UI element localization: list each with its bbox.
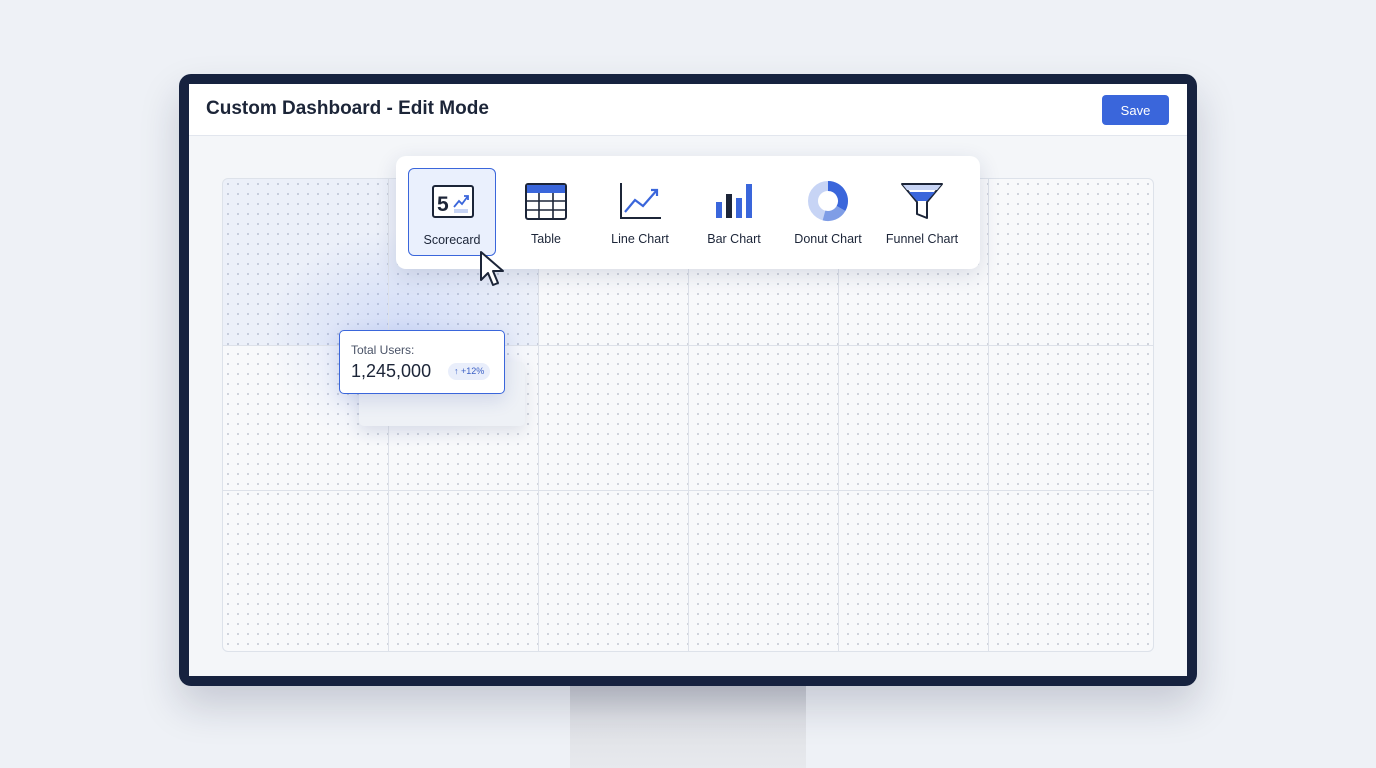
- widget-option-label: Table: [531, 232, 561, 246]
- grid-row-divider: [223, 490, 1153, 491]
- save-button[interactable]: Save: [1102, 95, 1169, 125]
- widget-option-label: Line Chart: [611, 232, 669, 246]
- bar-chart-icon: [716, 184, 752, 218]
- widget-option-bar-chart[interactable]: Bar Chart: [690, 168, 778, 256]
- widget-option-table[interactable]: Table: [502, 168, 590, 256]
- scorecard-value: 1,245,000: [351, 361, 432, 381]
- mouse-pointer-icon: [480, 251, 504, 286]
- scorecard-widget[interactable]: Total Users: 1,245,000 ↑ +12%: [339, 330, 505, 394]
- page-title: Custom Dashboard - Edit Mode: [206, 98, 489, 119]
- grid-column-divider: [988, 179, 989, 651]
- scorecard-change-badge: ↑ +12%: [448, 363, 491, 380]
- widget-option-scorecard[interactable]: 5 Scorecard: [408, 168, 496, 256]
- widget-option-label: Donut Chart: [794, 232, 862, 246]
- widget-option-donut-chart[interactable]: Donut Chart: [784, 168, 872, 256]
- funnel-chart-icon: [901, 183, 943, 219]
- widget-option-line-chart[interactable]: Line Chart: [596, 168, 684, 256]
- monitor-frame: Custom Dashboard - Edit Mode Save Total …: [179, 74, 1197, 686]
- top-bar: Custom Dashboard - Edit Mode Save: [189, 84, 1187, 136]
- line-chart-icon: [620, 183, 661, 219]
- widget-option-funnel-chart[interactable]: Funnel Chart: [878, 168, 966, 256]
- monitor-stand: [570, 684, 806, 768]
- widget-option-label: Bar Chart: [707, 232, 761, 246]
- scorecard-label: Total Users:: [351, 343, 415, 357]
- donut-chart-icon: [808, 181, 848, 221]
- dashboard-screen: Custom Dashboard - Edit Mode Save Total …: [189, 84, 1187, 676]
- widget-option-label: Funnel Chart: [885, 232, 959, 246]
- widget-option-label: Scorecard: [423, 233, 481, 247]
- scorecard-icon: 5: [432, 185, 474, 218]
- table-icon: [525, 183, 567, 220]
- svg-text:5: 5: [437, 193, 449, 216]
